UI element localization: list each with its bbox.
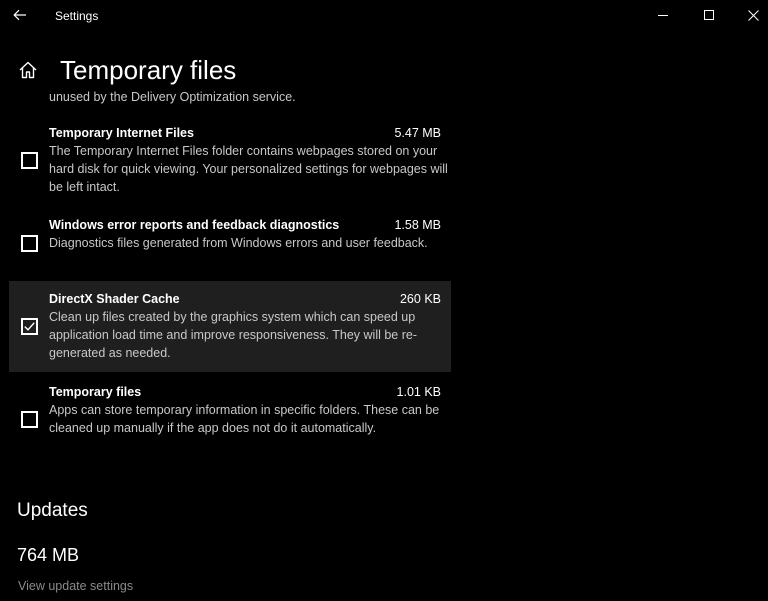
maximize-button[interactable] <box>686 0 732 30</box>
back-button[interactable] <box>6 2 34 28</box>
minimize-button[interactable] <box>640 0 686 30</box>
home-button[interactable] <box>18 60 38 80</box>
list-item-windows-error-reports[interactable]: Windows error reports and feedback diagn… <box>9 213 451 277</box>
item-size: 260 KB <box>399 292 441 306</box>
checkbox-directx-shader-cache[interactable] <box>21 318 38 335</box>
close-icon <box>747 9 759 21</box>
view-update-settings-link[interactable]: View update settings <box>18 577 133 595</box>
cut-off-description: unused by the Delivery Optimization serv… <box>49 90 296 104</box>
list-item-directx-shader-cache[interactable]: DirectX Shader Cache 260 KB Clean up fil… <box>9 281 451 372</box>
page-title: Temporary files <box>60 55 237 85</box>
checkbox-temporary-internet-files[interactable] <box>21 152 38 169</box>
checkbox-temporary-files[interactable] <box>21 411 38 428</box>
app-title: Settings <box>55 9 99 23</box>
updates-size: 764 MB <box>17 545 80 565</box>
item-size: 1.01 KB <box>396 385 441 399</box>
title-bar: Settings <box>0 0 768 32</box>
list-item-temporary-internet-files[interactable]: Temporary Internet Files 5.47 MB The Tem… <box>9 121 451 203</box>
minimize-icon <box>658 15 668 16</box>
back-arrow-icon <box>13 9 26 21</box>
home-icon <box>19 61 37 79</box>
updates-heading: Updates <box>17 500 88 521</box>
checkmark-icon <box>24 322 35 331</box>
item-description: Clean up files created by the graphics s… <box>49 310 418 360</box>
item-description: The Temporary Internet Files folder cont… <box>49 144 448 194</box>
list-item-temporary-files[interactable]: Temporary files 1.01 KB Apps can store t… <box>9 381 451 463</box>
item-name: Temporary files <box>49 385 142 399</box>
settings-window: Settings Temporary files unused by the D… <box>0 0 768 601</box>
page-header: Temporary files <box>0 48 768 92</box>
item-size: 5.47 MB <box>394 126 441 140</box>
content-area: unused by the Delivery Optimization serv… <box>0 88 768 601</box>
item-description: Diagnostics files generated from Windows… <box>49 236 428 250</box>
item-name: DirectX Shader Cache <box>49 292 180 306</box>
checkbox-windows-error-reports[interactable] <box>21 235 38 252</box>
item-description: Apps can store temporary information in … <box>49 403 440 435</box>
item-size: 1.58 MB <box>394 218 441 232</box>
maximize-icon <box>704 10 714 20</box>
close-button[interactable] <box>730 0 768 30</box>
item-name: Temporary Internet Files <box>49 126 194 140</box>
item-name: Windows error reports and feedback diagn… <box>49 218 340 232</box>
